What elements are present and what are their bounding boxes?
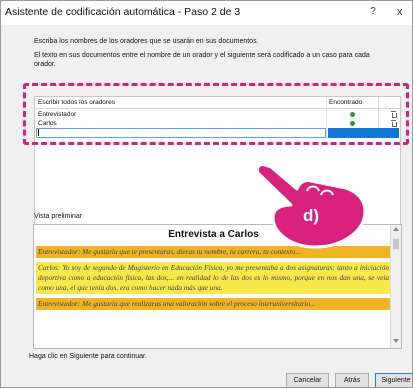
footer-hint: Haga clic en Siguiente para continuar. xyxy=(29,353,147,360)
scroll-up-arrow-icon[interactable] xyxy=(393,227,399,231)
speaker-tag: Carlos: xyxy=(38,263,61,272)
speaker-tag: Entrevistador: xyxy=(38,247,81,256)
preview-paragraph: Entrevistador: Me gustaría que realizara… xyxy=(36,298,391,310)
next-button[interactable]: Siguiente xyxy=(375,373,412,387)
scroll-down-arrow-icon[interactable] xyxy=(393,339,399,343)
speaker-tag: Entrevistador: xyxy=(38,299,81,308)
instructions-line-2: El texto en sus documentos entre el nomb… xyxy=(34,52,370,68)
scroll-thumb[interactable] xyxy=(393,239,399,249)
close-button[interactable]: x xyxy=(397,4,412,20)
speech-text: Me gustaría que realizaras una valoració… xyxy=(80,299,316,308)
window-title: Asistente de codificación automática - P… xyxy=(5,6,241,18)
speech-text: Yo soy de segundo de Magisterio en Educa… xyxy=(38,263,389,292)
help-button[interactable]: ? xyxy=(365,4,381,20)
cancel-button[interactable]: Cancelar xyxy=(286,373,329,387)
title-bar: Asistente de codificación automática - P… xyxy=(1,1,412,25)
preview-label: Vista preliminar xyxy=(34,213,83,220)
back-button[interactable]: Atrás xyxy=(335,373,369,387)
preview-paragraph: Carlos: Yo soy de segundo de Magisterio … xyxy=(36,262,391,294)
step-label: d) xyxy=(303,206,320,225)
autocode-wizard-dialog: Asistente de codificación automática - P… xyxy=(0,0,413,388)
annotation-highlight-box xyxy=(23,83,409,145)
instructions-line-1: Escriba los nombres de los oradores que … xyxy=(34,38,259,45)
preview-scrollbar[interactable] xyxy=(390,225,401,348)
